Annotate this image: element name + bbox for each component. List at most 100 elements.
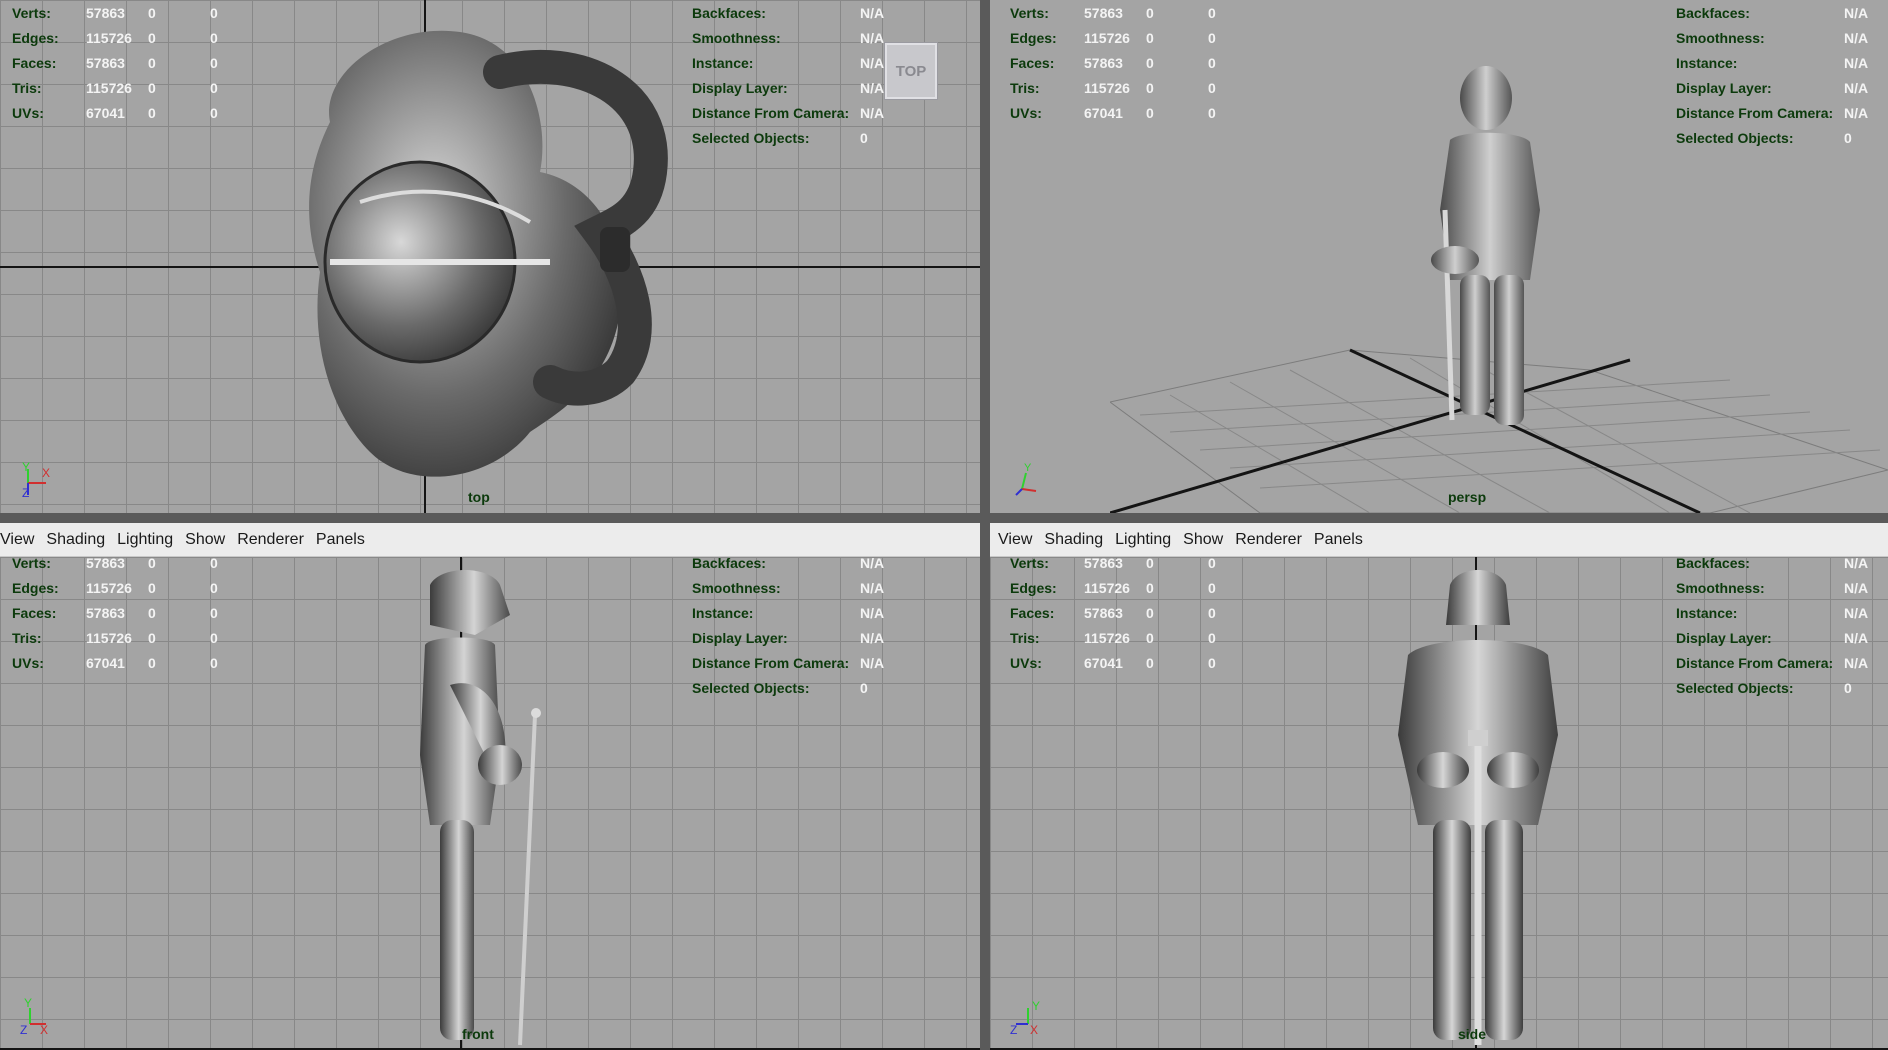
hud-stat-row: Verts: 57863 0 0 <box>1010 4 1250 22</box>
hud-stat-label: Tris: <box>12 630 42 646</box>
hud-stat-row: Edges: 115726 0 0 <box>1010 29 1250 47</box>
hud-stat-selected: 0 <box>1146 605 1154 621</box>
hud-stat-selected: 0 <box>1146 55 1154 71</box>
hud-stat-selected: 0 <box>1146 80 1154 96</box>
hud-info-value: N/A <box>860 555 885 571</box>
hud-stat-label: Edges: <box>12 580 59 596</box>
hud-info-row: Display Layer: N/A <box>692 629 892 647</box>
hud-info-value: N/A <box>1844 55 1869 71</box>
menu-renderer[interactable]: Renderer <box>237 531 310 549</box>
hud-stat-selected: 0 <box>148 80 156 96</box>
hud-info-label: Display Layer: <box>1676 80 1772 96</box>
hud-stat-label: UVs: <box>1010 655 1042 671</box>
viewport-panel-front[interactable]: View Shading Lighting Show Renderer Pane… <box>0 523 980 1050</box>
hud-info-row: Backfaces: N/A <box>692 4 892 22</box>
hud-stat-row: Edges: 115726 0 0 <box>12 29 252 47</box>
hud-stat-selected: 0 <box>148 105 156 121</box>
hud-info-label: Smoothness: <box>1676 580 1765 596</box>
menu-show[interactable]: Show <box>1183 531 1229 549</box>
hud-stat-value: 115726 <box>86 580 132 596</box>
hud-info-value: 0 <box>860 680 868 696</box>
hud-stat-triangles: 0 <box>210 105 218 121</box>
hud-info-label: Distance From Camera: <box>1676 655 1834 671</box>
pane-divider-vertical[interactable] <box>980 0 990 1050</box>
viewport-panel-side[interactable]: View Shading Lighting Show Renderer Pane… <box>990 523 1888 1050</box>
menu-lighting[interactable]: Lighting <box>1115 531 1177 549</box>
hud-stat-row: UVs: 67041 0 0 <box>12 104 252 122</box>
axis-gizmo-top: Y X Z <box>22 460 50 499</box>
axis-label-x: X <box>42 466 50 480</box>
hud-info-label: Instance: <box>692 55 754 71</box>
hud-stat-value: 115726 <box>86 630 132 646</box>
hud-stat-selected: 0 <box>1146 555 1154 571</box>
axis-label-y: Y <box>24 996 32 1010</box>
axis-label-y: Y <box>1032 999 1040 1013</box>
menu-lighting[interactable]: Lighting <box>117 531 179 549</box>
hud-info-value: N/A <box>860 30 885 46</box>
hud-info-value: 0 <box>860 130 868 146</box>
hud-stat-triangles: 0 <box>1208 580 1216 596</box>
hud-stat-triangles: 0 <box>1208 630 1216 646</box>
knight-model-front[interactable] <box>400 565 570 1050</box>
pane-divider-horizontal[interactable] <box>0 513 1888 523</box>
axis-label-z: Z <box>22 486 29 499</box>
viewport-panel-top[interactable]: TOP Y X Z top <box>0 0 980 513</box>
hud-info-label: Distance From Camera: <box>692 105 850 121</box>
hud-info-row: Display Layer: N/A <box>1676 629 1876 647</box>
hud-stat-triangles: 0 <box>1208 55 1216 71</box>
hud-stat-triangles: 0 <box>210 605 218 621</box>
hud-stat-row: Tris: 115726 0 0 <box>1010 79 1250 97</box>
viewport-persp[interactable]: Y persp <box>990 0 1888 513</box>
axis-label-z: Z <box>20 1023 27 1036</box>
hud-info-label: Smoothness: <box>1676 30 1765 46</box>
menu-shading[interactable]: Shading <box>46 531 111 549</box>
hud-stat-label: UVs: <box>12 655 44 671</box>
menu-show[interactable]: Show <box>185 531 231 549</box>
hud-info-row: Smoothness: N/A <box>692 579 892 597</box>
hud-info-row: Distance From Camera: N/A <box>692 654 892 672</box>
hud-info-row: Distance From Camera: N/A <box>1676 104 1876 122</box>
hud-stat-triangles: 0 <box>210 80 218 96</box>
hud-stat-triangles: 0 <box>210 555 218 571</box>
hud-stat-row: UVs: 67041 0 0 <box>1010 104 1250 122</box>
hud-stat-row: UVs: 67041 0 0 <box>1010 654 1250 672</box>
hud-info-label: Backfaces: <box>692 5 766 21</box>
menu-renderer[interactable]: Renderer <box>1235 531 1308 549</box>
hud-info-value: N/A <box>1844 555 1869 571</box>
menu-view[interactable]: View <box>0 531 40 549</box>
hud-stat-row: Faces: 57863 0 0 <box>12 604 252 622</box>
menu-panels[interactable]: Panels <box>1314 531 1369 549</box>
hud-stat-label: Faces: <box>12 605 57 621</box>
panel-menubar-front: View Shading Lighting Show Renderer Pane… <box>0 523 980 557</box>
hud-stat-value: 57863 <box>86 55 125 71</box>
hud-info-row: Instance: N/A <box>692 54 892 72</box>
hud-stat-row: UVs: 67041 0 0 <box>12 654 252 672</box>
hud-stat-triangles: 0 <box>1208 80 1216 96</box>
menu-shading[interactable]: Shading <box>1044 531 1109 549</box>
hud-stat-triangles: 0 <box>210 630 218 646</box>
menu-view[interactable]: View <box>998 531 1038 549</box>
hud-info-value: N/A <box>1844 80 1869 96</box>
viewport-top[interactable]: TOP Y X Z top <box>0 0 980 513</box>
knight-model-top[interactable] <box>300 12 680 502</box>
hud-info-row: Distance From Camera: N/A <box>692 104 892 122</box>
knight-model-persp[interactable] <box>1390 60 1570 460</box>
hud-info-value: N/A <box>860 605 885 621</box>
hud-stat-selected: 0 <box>148 5 156 21</box>
hud-stat-label: Faces: <box>1010 605 1055 621</box>
hud-stat-label: Verts: <box>1010 5 1049 21</box>
hud-stat-label: Edges: <box>12 30 59 46</box>
hud-info-row: Display Layer: N/A <box>692 79 892 97</box>
menu-panels[interactable]: Panels <box>316 531 371 549</box>
hud-stat-triangles: 0 <box>1208 655 1216 671</box>
hud-info-value: N/A <box>1844 5 1869 21</box>
hud-info-row: Instance: N/A <box>1676 604 1876 622</box>
axis-label-x: X <box>1030 1023 1038 1036</box>
hud-stat-triangles: 0 <box>1208 105 1216 121</box>
viewport-panel-persp[interactable]: Y persp <box>990 0 1888 513</box>
hud-info-row: Distance From Camera: N/A <box>1676 654 1876 672</box>
hud-stat-selected: 0 <box>1146 105 1154 121</box>
viewcube[interactable]: TOP <box>884 42 938 100</box>
hud-info-label: Selected Objects: <box>1676 680 1794 696</box>
knight-model-side[interactable] <box>1388 565 1568 1050</box>
